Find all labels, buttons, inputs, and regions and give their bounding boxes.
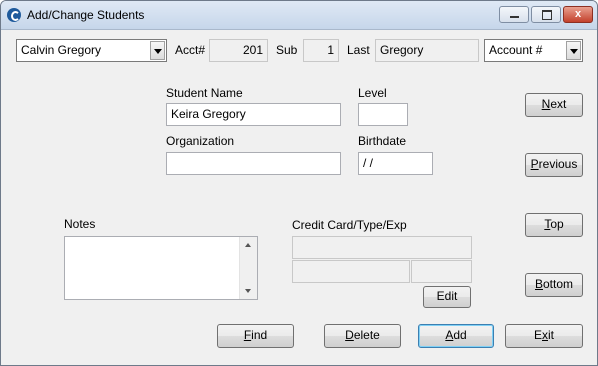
credit-card-exp-field[interactable] [411, 260, 472, 283]
maximize-button[interactable] [531, 6, 561, 23]
last-label: Last [347, 43, 370, 57]
notes-textarea[interactable] [64, 236, 258, 300]
organization-label: Organization [166, 134, 235, 148]
close-icon: x [574, 8, 582, 20]
edit-button[interactable]: Edit [423, 286, 471, 308]
credit-card-number-field[interactable] [292, 236, 472, 259]
bottom-button[interactable]: Bottom [525, 273, 583, 297]
add-label-rest: dd [453, 328, 467, 342]
next-button[interactable]: Next [525, 93, 583, 117]
bottom-label-accelerator: B [534, 277, 543, 291]
birthdate-field[interactable]: / / [358, 152, 433, 175]
scroll-down-icon[interactable] [245, 289, 251, 293]
bottom-label-rest: ottom [543, 277, 574, 291]
previous-label-accelerator: P [530, 157, 539, 171]
find-label-rest: ind [251, 328, 268, 342]
minimize-button[interactable] [499, 6, 529, 23]
level-label: Level [358, 86, 387, 100]
add-button[interactable]: Add [418, 324, 494, 348]
app-icon [7, 8, 21, 22]
minimize-icon [510, 16, 519, 18]
close-button[interactable]: x [563, 6, 593, 23]
exit-label-rest: it [548, 328, 554, 342]
birthdate-label: Birthdate [358, 134, 407, 148]
sort-select-value: Account # [489, 43, 543, 57]
top-button[interactable]: Top [525, 213, 583, 237]
delete-button[interactable]: Delete [324, 324, 401, 348]
top-label-rest: op [550, 217, 564, 231]
previous-button[interactable]: Previous [525, 153, 583, 177]
chevron-down-icon[interactable] [150, 41, 165, 60]
student-select[interactable]: Calvin Gregory [16, 39, 167, 62]
student-name-label: Student Name [166, 86, 243, 100]
exit-button[interactable]: Exit [505, 324, 583, 348]
level-field[interactable] [358, 103, 408, 126]
next-label-rest: ext [550, 97, 567, 111]
find-button[interactable]: Find [217, 324, 294, 348]
organization-field[interactable] [166, 152, 341, 175]
delete-label-rest: elete [353, 328, 380, 342]
window-title: Add/Change Students [27, 8, 145, 22]
delete-label-accelerator: D [345, 328, 354, 342]
notes-label: Notes [64, 217, 96, 231]
student-name-field[interactable]: Keira Gregory [166, 103, 341, 126]
credit-card-label: Credit Card/Type/Exp [292, 218, 407, 232]
credit-card-type-field[interactable] [292, 260, 410, 283]
acct-field[interactable]: 201 [209, 39, 268, 62]
sub-field[interactable]: 1 [303, 39, 339, 62]
previous-label-rest: revious [538, 157, 578, 171]
title-bar[interactable]: Add/Change Students x [1, 1, 597, 30]
scroll-up-icon[interactable] [245, 243, 251, 247]
last-field[interactable]: Gregory [375, 39, 479, 62]
student-select-value: Calvin Gregory [21, 43, 102, 57]
acct-label: Acct# [175, 43, 206, 57]
sort-select[interactable]: Account # [484, 39, 583, 62]
sub-label: Sub [276, 43, 298, 57]
chevron-down-icon[interactable] [566, 41, 581, 60]
exit-label-prefix: E [533, 328, 542, 342]
notes-scrollbar[interactable] [239, 237, 257, 299]
maximize-icon [542, 10, 552, 20]
add-change-students-window: Add/Change Students x Calvin Gregory Acc… [0, 0, 598, 366]
